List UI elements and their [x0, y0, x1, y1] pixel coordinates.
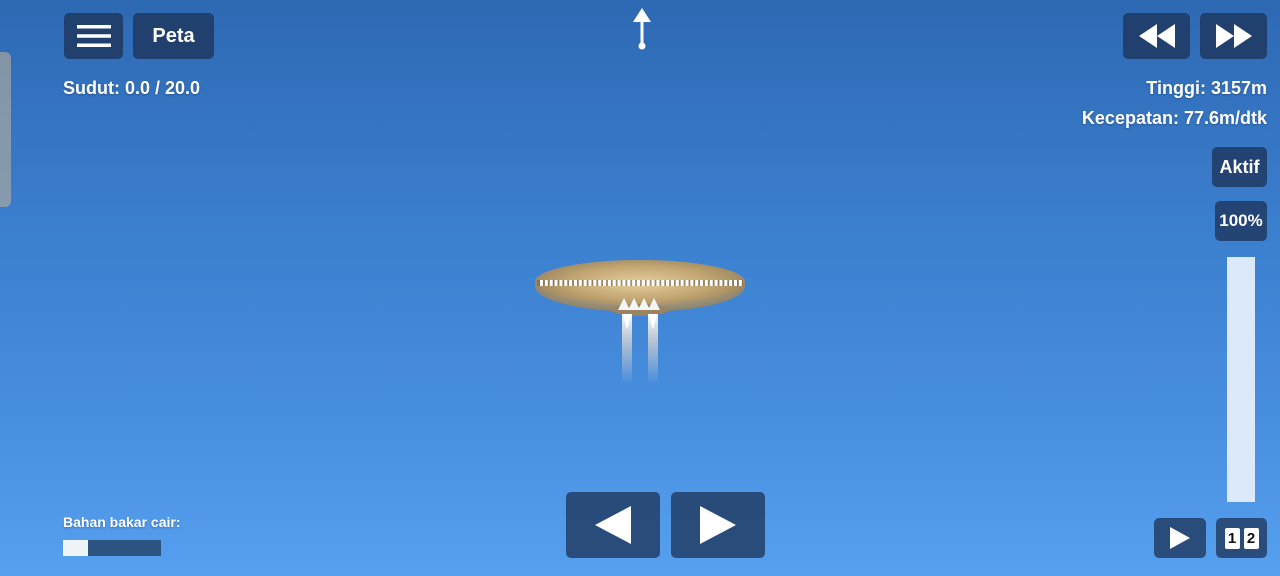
menu-button[interactable]	[64, 13, 123, 59]
fast-forward-button[interactable]	[1200, 13, 1267, 59]
fuel-gauge	[63, 540, 161, 556]
angle-readout: Sudut: 0.0 / 20.0	[63, 78, 201, 98]
rewind-icon	[1138, 24, 1175, 48]
side-panel-tab[interactable]	[0, 52, 11, 207]
stage-selector[interactable]: 1 2	[1216, 518, 1267, 558]
altitude-readout: Tinggi: 3157m	[1146, 78, 1267, 98]
rotate-right-button[interactable]	[671, 492, 765, 558]
rotate-left-button[interactable]	[566, 492, 660, 558]
fuel-label: Bahan bakar cair:	[63, 514, 181, 530]
stage-number: 2	[1243, 527, 1259, 549]
ufo-spacecraft	[535, 260, 745, 384]
throttle-slider[interactable]	[1227, 257, 1255, 502]
speed-readout: Kecepatan: 77.6m/dtk	[1081, 108, 1267, 128]
map-button[interactable]: Peta	[133, 13, 214, 59]
rewind-button[interactable]	[1123, 13, 1190, 59]
activate-button[interactable]: Aktif	[1212, 147, 1267, 187]
fuel-gauge-fill	[63, 540, 88, 556]
stage-number: 1	[1224, 527, 1240, 549]
throttle-percent: 100%	[1215, 201, 1267, 241]
activate-stage-button[interactable]	[1154, 518, 1206, 558]
arrow-left-icon	[595, 506, 631, 544]
up-arrow-marker-icon	[633, 8, 651, 50]
hamburger-menu-icon	[76, 25, 111, 47]
arrow-right-icon	[700, 506, 736, 544]
play-icon	[1170, 527, 1190, 549]
throttle-slider-fill	[1227, 257, 1255, 502]
fast-forward-icon	[1215, 24, 1252, 48]
